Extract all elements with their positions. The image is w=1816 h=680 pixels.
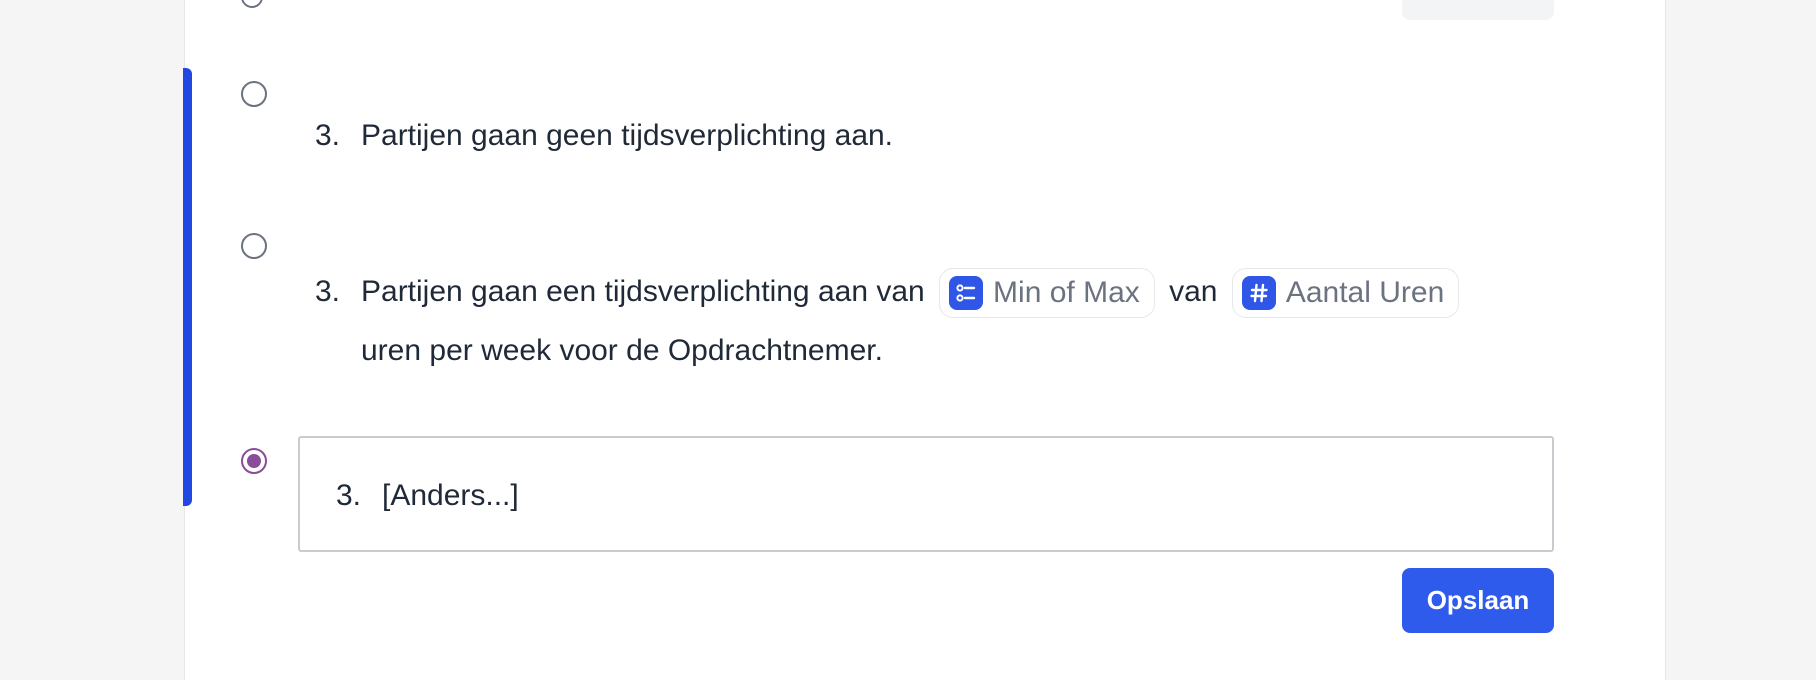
clause-text-middle: van (1169, 275, 1218, 308)
clause-options-card: 3. Partijen gaan geen tijdsverplichting a… (183, 0, 1666, 680)
active-section-indicator (183, 68, 192, 506)
min-or-max-field-chip[interactable]: Min of Max (939, 268, 1155, 319)
clause-text: [Anders...] (382, 479, 519, 512)
option-1-radio[interactable] (241, 81, 267, 107)
list-icon (949, 276, 984, 311)
clause-text: Partijen gaan geen tijdsverplichting aan… (361, 119, 894, 152)
hours-count-field-chip[interactable]: Aantal Uren (1231, 268, 1460, 319)
previous-button-partial[interactable] (1402, 0, 1554, 20)
clause-number: 3. (315, 119, 341, 152)
chip-label: Min of Max (993, 276, 1140, 310)
custom-clause-editor[interactable]: 3. [Anders...] (298, 436, 1554, 552)
hash-icon (1241, 276, 1276, 311)
previous-radio-partial[interactable] (241, 0, 263, 8)
option-2-clause-line-2: uren per week voor de Opdrachtnemer. (361, 321, 883, 381)
save-button[interactable]: Opslaan (1402, 568, 1554, 633)
option-3-clause: 3. [Anders...] (336, 466, 519, 526)
clause-number: 3. (315, 275, 341, 308)
clause-text-after: uren per week voor de Opdrachtnemer. (361, 334, 883, 367)
chip-label: Aantal Uren (1285, 276, 1445, 310)
option-1-clause: 3. Partijen gaan geen tijdsverplichting a… (315, 106, 893, 166)
clause-text-before: Partijen gaan een tijdsverplichting aan … (361, 275, 925, 308)
option-2-clause-line-1: 3. Partijen gaan een tijdsverplichting aa… (315, 262, 1465, 322)
radio-selected-dot (247, 454, 261, 468)
previous-option-partial (185, 0, 1665, 22)
clause-number: 3. (336, 479, 362, 512)
option-2-radio[interactable] (241, 233, 267, 259)
option-3-radio-selected[interactable] (241, 448, 267, 474)
